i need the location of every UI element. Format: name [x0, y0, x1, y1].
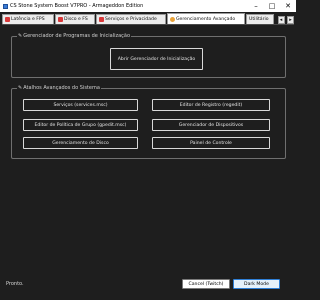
- red-square-icon: [5, 17, 10, 22]
- tab-label: Utilitário: [249, 17, 269, 22]
- startup-manager-group: ✎ Gerenciador de Programas de Inicializa…: [11, 33, 286, 78]
- window-title: CS Stone System Boost V7PRO - Armageddon…: [10, 3, 144, 9]
- tab-label: Latência e FPS: [11, 17, 45, 22]
- advanced-shortcuts-group: ✎ Atalhos Avançados do Sistema Serviços …: [11, 85, 286, 159]
- device-manager-button[interactable]: Gerenciador de Dispositivos: [152, 119, 270, 131]
- minimize-button[interactable]: –: [248, 0, 264, 12]
- orange-circle-icon: [170, 16, 175, 22]
- app-icon: [3, 3, 8, 9]
- tab-bar: Latência e FPS Disco e FS Serviços e Pri…: [2, 13, 294, 25]
- red-square-icon: [99, 17, 104, 22]
- open-startup-manager-button[interactable]: Abrir Gerenciador de Inicialização: [110, 48, 203, 70]
- tab-gerenciamento-avancado[interactable]: Gerenciamento Avançado: [167, 13, 245, 24]
- close-button[interactable]: ✕: [280, 0, 296, 12]
- disk-management-button[interactable]: Gerenciamento de Disco: [23, 137, 138, 149]
- cancel-button[interactable]: Cancel (Twitch): [182, 279, 230, 289]
- dark-mode-button[interactable]: Dark Mode: [233, 279, 280, 289]
- startup-group-legend: ✎ Gerenciador de Programas de Inicializa…: [17, 33, 132, 39]
- gpedit-button[interactable]: Editor de Política de Grupo (gpedit.msc): [23, 119, 138, 131]
- tab-label: Disco e FS: [64, 17, 88, 22]
- services-msc-button[interactable]: Serviços (services.msc): [23, 99, 138, 111]
- regedit-button[interactable]: Editor de Registro (regedit): [152, 99, 270, 111]
- tab-scroll-right-button[interactable]: ▸: [287, 16, 294, 24]
- tab-latencia-fps[interactable]: Latência e FPS: [2, 14, 54, 24]
- advanced-group-title: Atalhos Avançados do Sistema: [23, 85, 100, 91]
- control-panel-button[interactable]: Painel de Controle: [152, 137, 270, 149]
- startup-group-title: Gerenciador de Programas de Inicializaçã…: [23, 33, 131, 39]
- advanced-group-legend: ✎ Atalhos Avançados do Sistema: [17, 85, 101, 91]
- red-square-icon: [58, 17, 63, 22]
- edit-icon: ✎: [18, 85, 23, 91]
- tab-servicos-privacidade[interactable]: Serviços e Privacidade: [96, 14, 166, 24]
- maximize-button[interactable]: □: [264, 0, 280, 12]
- status-label: Pronto.: [6, 281, 24, 287]
- edit-icon: ✎: [18, 33, 23, 39]
- title-bar: CS Stone System Boost V7PRO - Armageddon…: [0, 0, 296, 12]
- tab-label: Serviços e Privacidade: [105, 17, 157, 22]
- tab-disco-fs[interactable]: Disco e FS: [55, 14, 95, 24]
- tab-scroll-left-button[interactable]: ◂: [277, 16, 285, 24]
- tab-utilitario[interactable]: Utilitário: [246, 14, 274, 24]
- tab-label: Gerenciamento Avançado: [176, 16, 236, 22]
